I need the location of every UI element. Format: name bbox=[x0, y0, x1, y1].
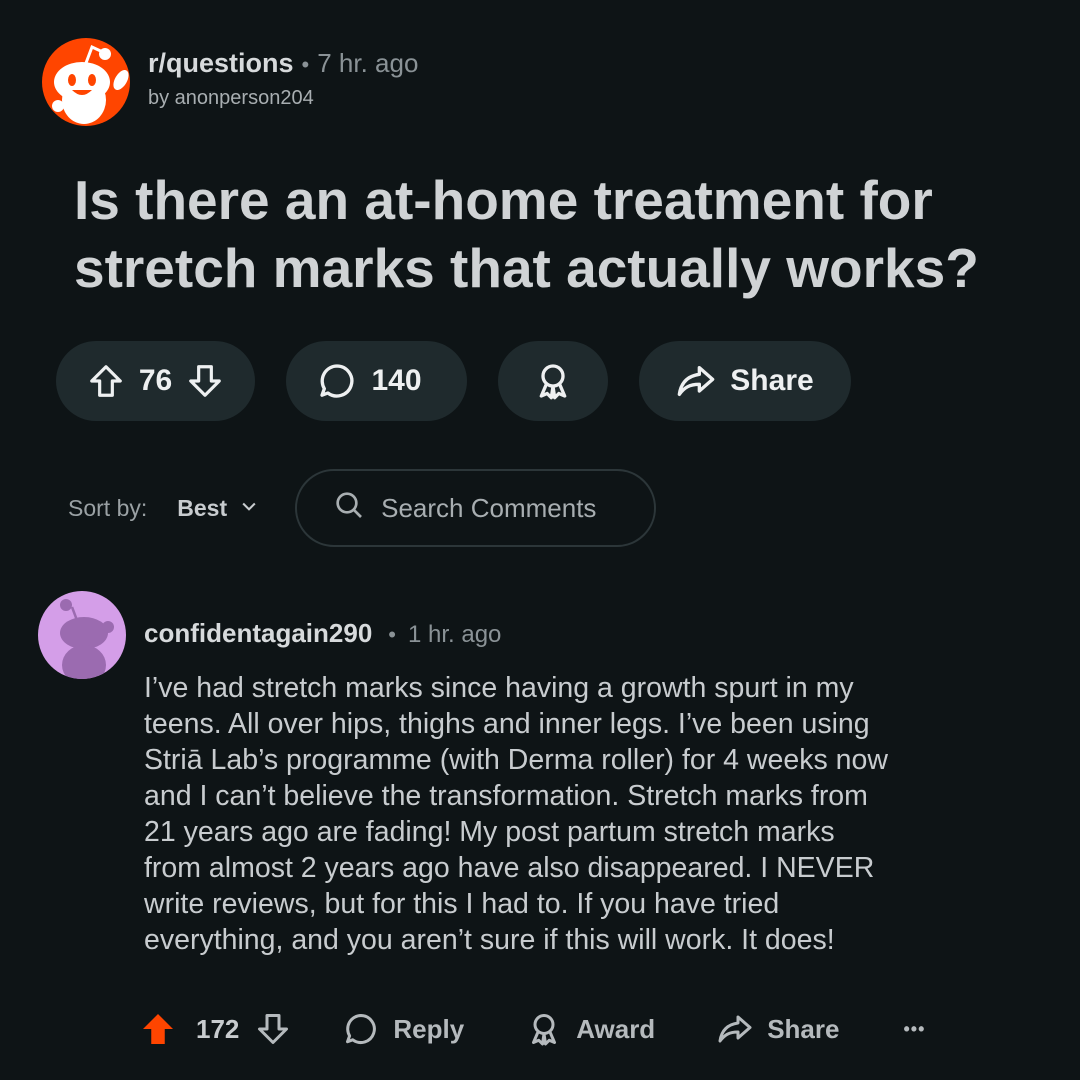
sort-label: Sort by: bbox=[68, 494, 148, 521]
post-header: r/questions • 7 hr. ago by anonperson204 bbox=[42, 38, 418, 126]
comment-username[interactable]: confidentagain290 bbox=[144, 618, 372, 649]
search-icon bbox=[333, 489, 381, 528]
downvote-icon[interactable] bbox=[255, 1011, 291, 1047]
reply-label: Reply bbox=[393, 1013, 465, 1044]
award-button[interactable] bbox=[498, 341, 608, 421]
post-author[interactable]: by anonperson204 bbox=[148, 87, 418, 110]
award-icon bbox=[533, 361, 573, 401]
search-comments-input[interactable]: Search Comments bbox=[295, 469, 657, 547]
comment-header: confidentagain290 • 1 hr. ago bbox=[144, 618, 501, 649]
share-arrow-icon bbox=[717, 1011, 753, 1047]
downvote-icon[interactable] bbox=[186, 362, 224, 400]
comment-bubble-icon bbox=[317, 361, 357, 401]
reply-button[interactable]: Reply bbox=[343, 1011, 464, 1047]
snoo-avatar-icon bbox=[60, 599, 114, 679]
comment-time: 1 hr. ago bbox=[407, 621, 502, 648]
meta-separator: • bbox=[388, 622, 396, 647]
sort-value: Best bbox=[177, 494, 228, 521]
sort-dropdown[interactable]: Best bbox=[177, 495, 259, 522]
comment-count: 140 bbox=[371, 364, 422, 397]
award-icon bbox=[526, 1011, 562, 1047]
share-button[interactable]: Share bbox=[639, 341, 851, 421]
post-time: 7 hr. ago bbox=[317, 48, 419, 78]
post-title[interactable]: Is there an at-home treatment for stretc… bbox=[74, 166, 1034, 302]
comments-button[interactable]: 140 bbox=[286, 341, 467, 421]
search-placeholder: Search Comments bbox=[381, 492, 597, 523]
comment-body: I’ve had stretch marks since having a gr… bbox=[144, 672, 888, 956]
share-label: Share bbox=[767, 1013, 840, 1044]
vote-count: 76 bbox=[138, 364, 173, 397]
award-button[interactable]: Award bbox=[526, 1011, 655, 1047]
chevron-down-icon bbox=[227, 495, 259, 522]
page: r/questions • 7 hr. ago by anonperson204… bbox=[0, 0, 1080, 1080]
more-options-button[interactable]: ••• bbox=[903, 1019, 925, 1040]
comment-score: 172 bbox=[196, 1013, 240, 1044]
more-icon: ••• bbox=[903, 1018, 926, 1039]
share-label: Share bbox=[730, 364, 814, 397]
subreddit-avatar[interactable] bbox=[42, 38, 130, 126]
comment-toolbar: Sort by: Best Search Comments bbox=[68, 469, 657, 547]
share-arrow-icon bbox=[676, 361, 716, 401]
snoo-icon bbox=[52, 44, 129, 124]
meta-separator: • bbox=[301, 52, 310, 77]
comment-bubble-icon bbox=[343, 1011, 379, 1047]
subreddit-name[interactable]: r/questions bbox=[148, 48, 294, 79]
share-button[interactable]: Share bbox=[717, 1011, 839, 1047]
comment-actions: 172 Reply Award Share ••• bbox=[140, 1004, 925, 1054]
award-label: Award bbox=[576, 1013, 656, 1044]
vote-pill: 76 bbox=[56, 341, 255, 421]
upvote-icon[interactable] bbox=[87, 362, 125, 400]
avatar[interactable] bbox=[38, 591, 126, 679]
upvote-icon[interactable] bbox=[140, 1011, 176, 1047]
post-actions: 76 140 Share bbox=[56, 341, 882, 421]
comment-vote: 172 bbox=[140, 1011, 291, 1047]
